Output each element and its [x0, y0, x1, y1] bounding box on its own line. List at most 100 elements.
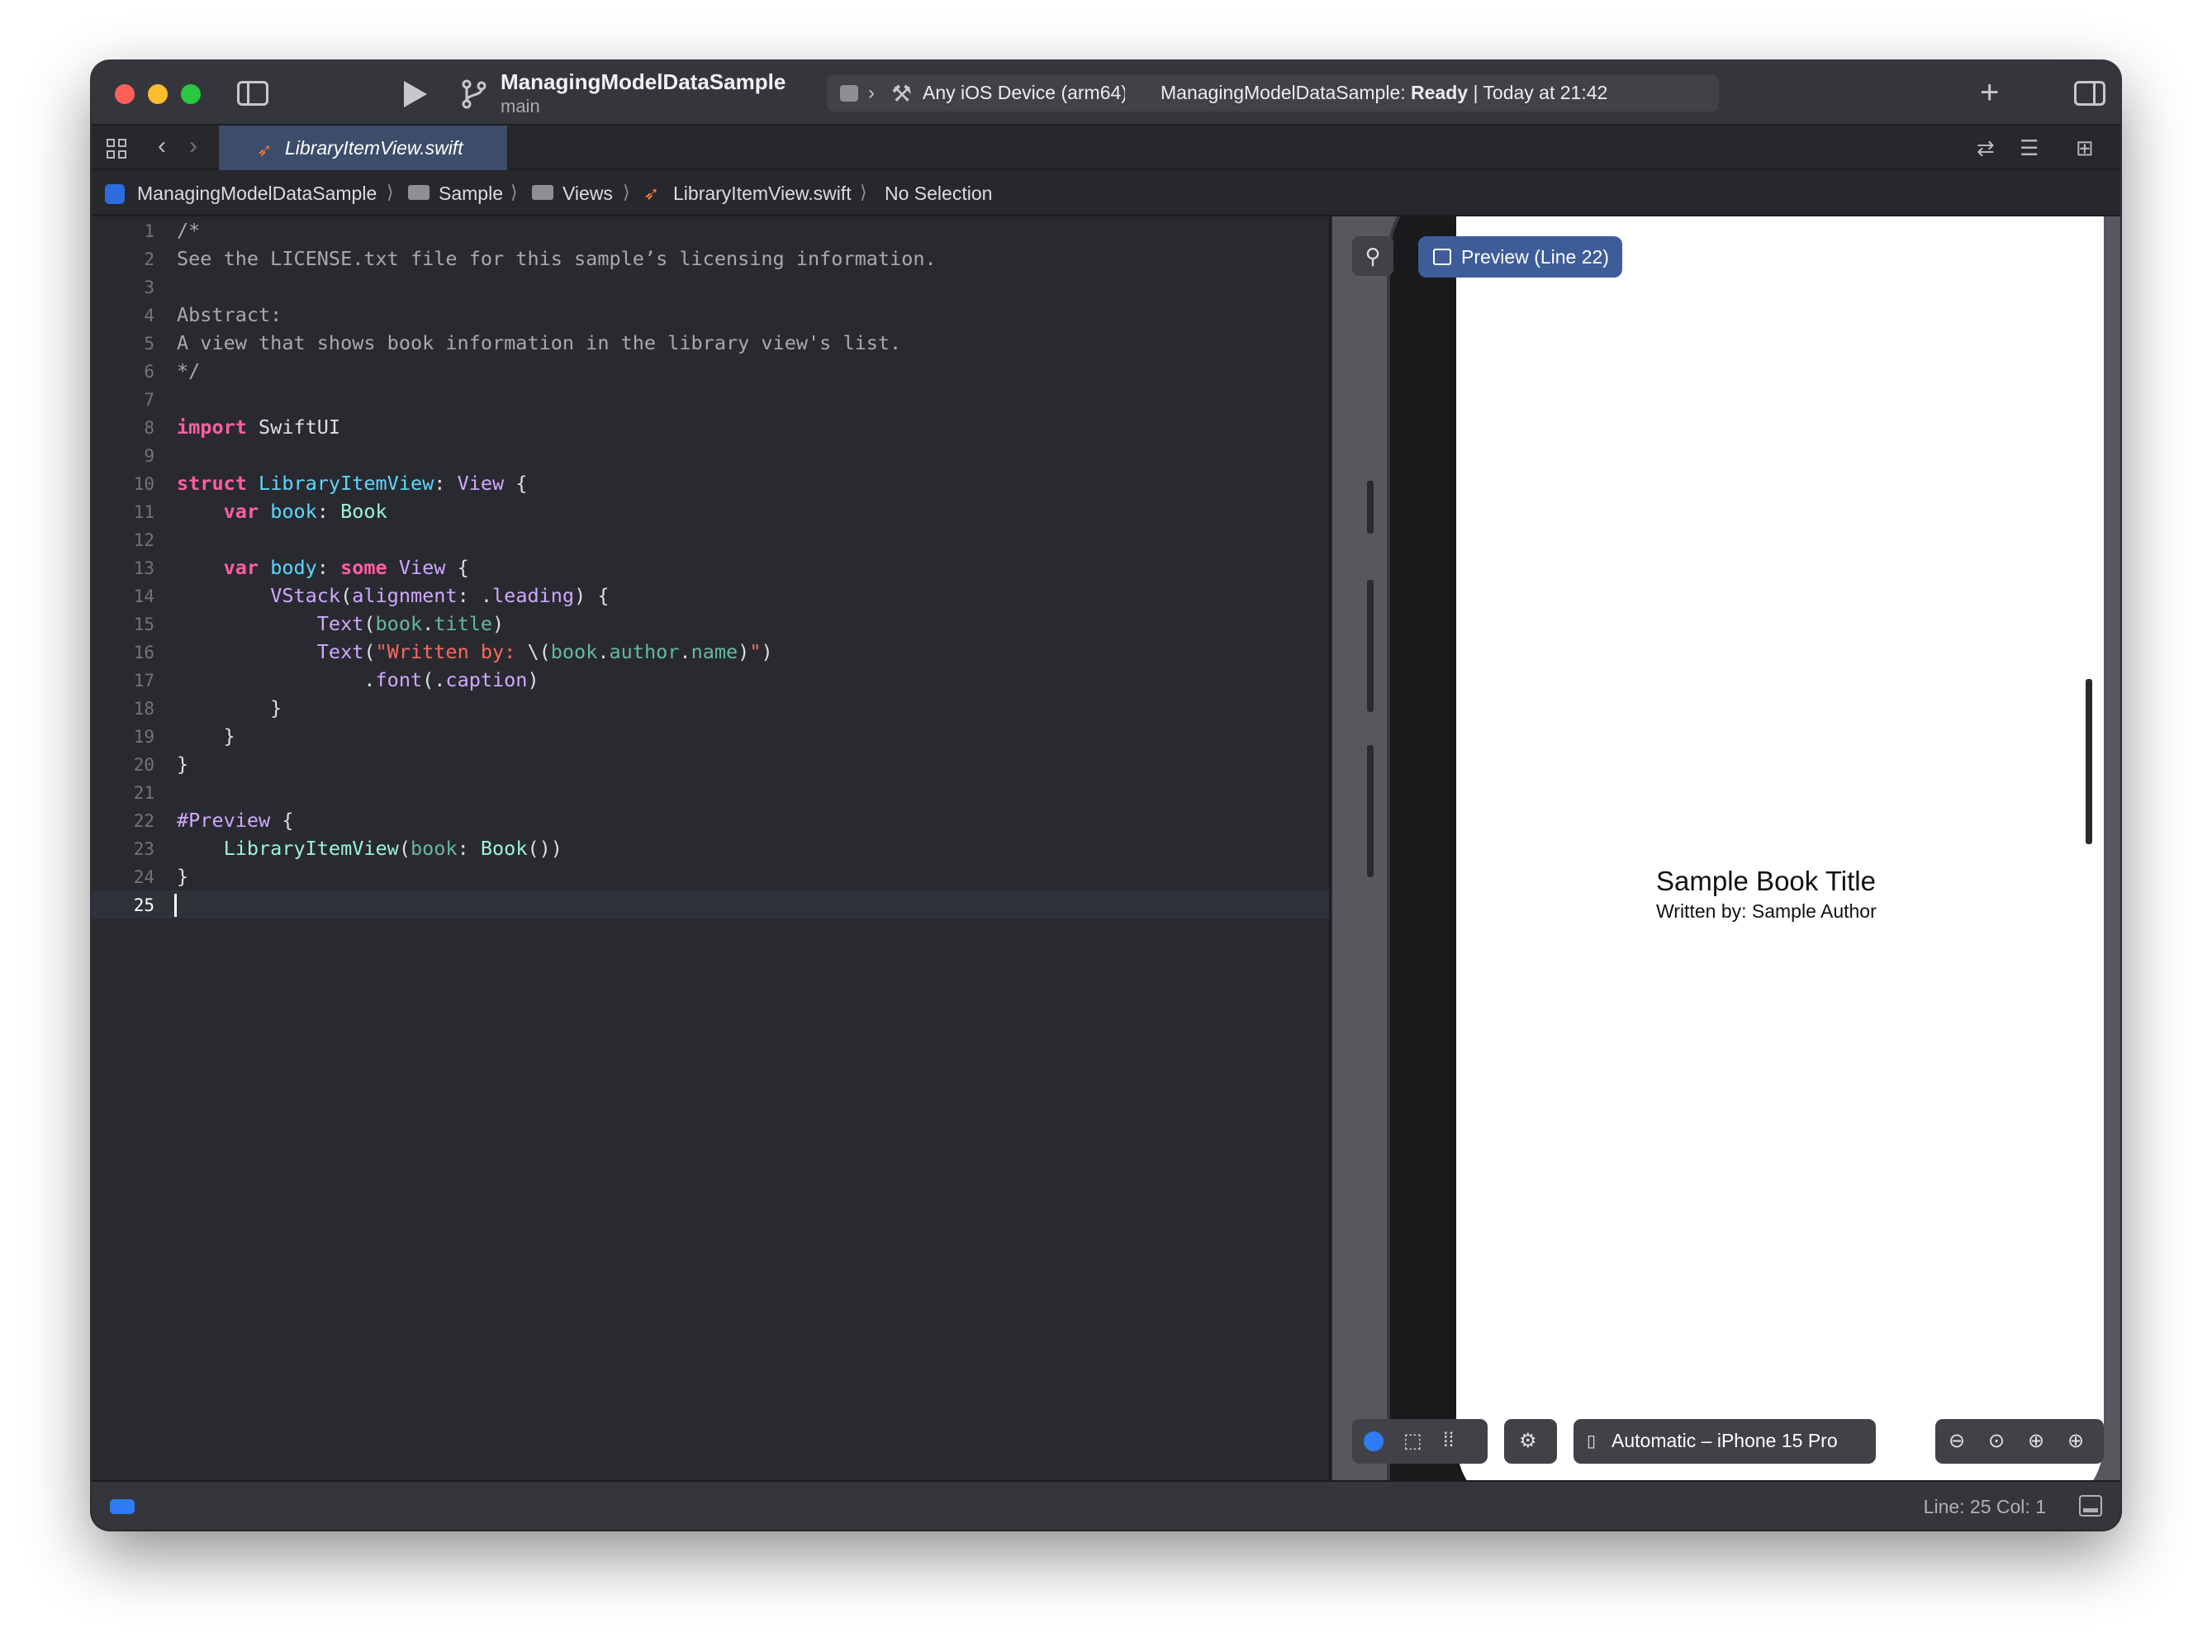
status-time: | Today at 21:42	[1473, 82, 1608, 103]
add-editor-icon[interactable]: ⊞	[2076, 135, 2094, 161]
code-line[interactable]: 18 }	[92, 694, 1329, 722]
zoom-window-button[interactable]	[181, 84, 201, 104]
selectable-mode-icon[interactable]: ⬚	[1403, 1429, 1422, 1453]
zoom-in-icon[interactable]: ⊕	[2067, 1429, 2084, 1453]
line-number: 6	[144, 362, 154, 382]
code-line[interactable]: 23 LibraryItemView(book: Book())	[92, 834, 1329, 862]
variants-icon[interactable]: ⁞⁞	[1443, 1429, 1454, 1452]
scheme-name[interactable]: ManagingModelDataSample	[501, 69, 786, 95]
code-line[interactable]: 4 Abstract:	[92, 301, 1329, 329]
code-text: Abstract:	[177, 303, 282, 326]
line-number: 22	[133, 811, 154, 831]
code-line[interactable]: 6 */	[92, 357, 1329, 385]
code-line[interactable]: 1 /*	[92, 216, 1329, 244]
code-line[interactable]: 8 import SwiftUI	[92, 413, 1329, 441]
minimize-window-button[interactable]	[148, 84, 168, 104]
chevron-right-icon: ⟩	[387, 182, 394, 202]
code-line[interactable]: 12	[92, 525, 1329, 553]
zoom-actual-icon[interactable]: ⊙	[1988, 1429, 2005, 1453]
debug-area-toggle-icon[interactable]	[2079, 1495, 2102, 1517]
code-line[interactable]: 16 Text("Written by: \(book.author.name)…	[92, 638, 1329, 666]
code-line[interactable]: 2 See the LICENSE.txt file for this sampl…	[92, 244, 1329, 273]
hammer-icon: ⚒	[891, 81, 913, 107]
device-side-button	[2086, 679, 2092, 844]
line-number: 15	[133, 615, 154, 634]
preview-mode-controls: ⬚ ⁞⁞	[1352, 1419, 1488, 1464]
line-number: 24	[133, 867, 154, 887]
text-caret	[174, 894, 177, 917]
editor-options-icon[interactable]: ☰	[2020, 135, 2039, 161]
code-line[interactable]: 10 struct LibraryItemView: View {	[92, 469, 1329, 497]
plus-icon[interactable]: +	[1980, 74, 1999, 112]
chevron-right-icon[interactable]: ›	[189, 132, 197, 160]
branch-name[interactable]: main	[501, 96, 540, 117]
device-picker[interactable]: ▯ Automatic – iPhone 15 Pro	[1574, 1419, 1876, 1464]
zoom-out-icon[interactable]: ⊖	[1949, 1429, 1965, 1453]
activity-viewer: › ⚒ Any iOS Device (arm64) ManagingModel…	[827, 75, 1719, 112]
close-window-button[interactable]	[115, 84, 135, 104]
jumpbar-selection[interactable]: No Selection	[885, 183, 992, 205]
grid-icon[interactable]	[107, 139, 128, 160]
code-text: var book: Book	[223, 500, 387, 523]
app-icon	[840, 85, 858, 102]
code-line[interactable]: 11 var book: Book	[92, 497, 1329, 525]
line-number: 5	[144, 334, 154, 354]
run-destination[interactable]: Any iOS Device (arm64)	[923, 82, 1125, 104]
tab-bar: ‹ › ➶ LibraryItemView.swift ⇄ ☰ ⊞	[92, 126, 2120, 170]
line-number: 1	[144, 221, 154, 241]
code-line[interactable]: 24}	[92, 862, 1329, 890]
line-number: 21	[133, 783, 154, 803]
live-mode-icon[interactable]	[1364, 1431, 1384, 1451]
code-line[interactable]: 20}	[92, 750, 1329, 778]
line-number: 25	[133, 895, 154, 915]
code-line[interactable]: 19 }	[92, 722, 1329, 750]
code-line[interactable]: 13 var body: some View {	[92, 553, 1329, 582]
jumpbar-project[interactable]: ManagingModelDataSample	[137, 183, 377, 205]
tab-libraryitemview[interactable]: ➶ LibraryItemView.swift	[219, 126, 508, 170]
code-line[interactable]: 17 .font(.caption)	[92, 666, 1329, 694]
cursor-position: Line: 25 Col: 1	[1923, 1496, 2046, 1517]
code-line[interactable]: 5 A view that shows book information in t…	[92, 329, 1329, 357]
code-line[interactable]: 15 Text(book.title)	[92, 610, 1329, 638]
chevron-left-icon[interactable]: ‹	[158, 132, 166, 160]
jump-bar: ManagingModelDataSample ⟩ Sample ⟩ Views…	[92, 170, 2120, 216]
code-text: */	[177, 359, 201, 382]
line-number: 18	[133, 699, 154, 719]
code-line[interactable]: 22 #Preview {	[92, 806, 1329, 834]
device-side-button	[1367, 745, 1374, 877]
code-line[interactable]: 9	[92, 441, 1329, 469]
code-line[interactable]: 21	[92, 778, 1329, 806]
preview-canvas[interactable]: Sample Book Title Written by: Sample Aut…	[1332, 216, 2120, 1480]
sidebar-icon[interactable]	[237, 81, 268, 106]
current-code-line[interactable]: 25	[92, 890, 1329, 919]
jumpbar-group-views[interactable]: Views	[562, 183, 613, 205]
code-line[interactable]: 3	[92, 273, 1329, 301]
line-number: 8	[144, 418, 154, 438]
inspector-icon[interactable]	[2074, 81, 2105, 106]
pin-icon[interactable]: ⚲	[1352, 236, 1393, 276]
line-number: 7	[144, 390, 154, 410]
device-settings: ⚙	[1504, 1419, 1557, 1464]
code-text: VStack(alignment: .leading) {	[270, 584, 610, 607]
code-line[interactable]: 7	[92, 385, 1329, 413]
preview-icon	[1433, 249, 1451, 265]
preview-selector[interactable]: Preview (Line 22)	[1418, 236, 1622, 278]
jumpbar-group-sample[interactable]: Sample	[439, 183, 503, 205]
line-number: 10	[133, 474, 154, 494]
jumpbar-file[interactable]: LibraryItemView.swift	[673, 183, 852, 205]
line-number: 4	[144, 306, 154, 325]
device-settings-icon[interactable]: ⚙	[1519, 1429, 1537, 1453]
code-text: /*	[177, 219, 201, 242]
chevron-right-icon: ⟩	[623, 182, 630, 202]
device-screen[interactable]: Sample Book Title Written by: Sample Aut…	[1456, 216, 2104, 1480]
code-text: Text(book.title)	[316, 612, 505, 635]
swap-icon[interactable]: ⇄	[1977, 135, 1995, 161]
code-line[interactable]: 14 VStack(alignment: .leading) {	[92, 582, 1329, 610]
device-side-button	[1367, 481, 1374, 534]
debug-area-indicator[interactable]	[110, 1499, 135, 1514]
line-number: 9	[144, 446, 154, 466]
source-editor[interactable]: 1 /* 2 See the LICENSE.txt file for this s…	[92, 216, 1331, 1480]
zoom-fit-icon[interactable]: ⊕	[2028, 1429, 2044, 1453]
code-text: }	[177, 724, 235, 748]
play-icon[interactable]	[404, 81, 427, 107]
